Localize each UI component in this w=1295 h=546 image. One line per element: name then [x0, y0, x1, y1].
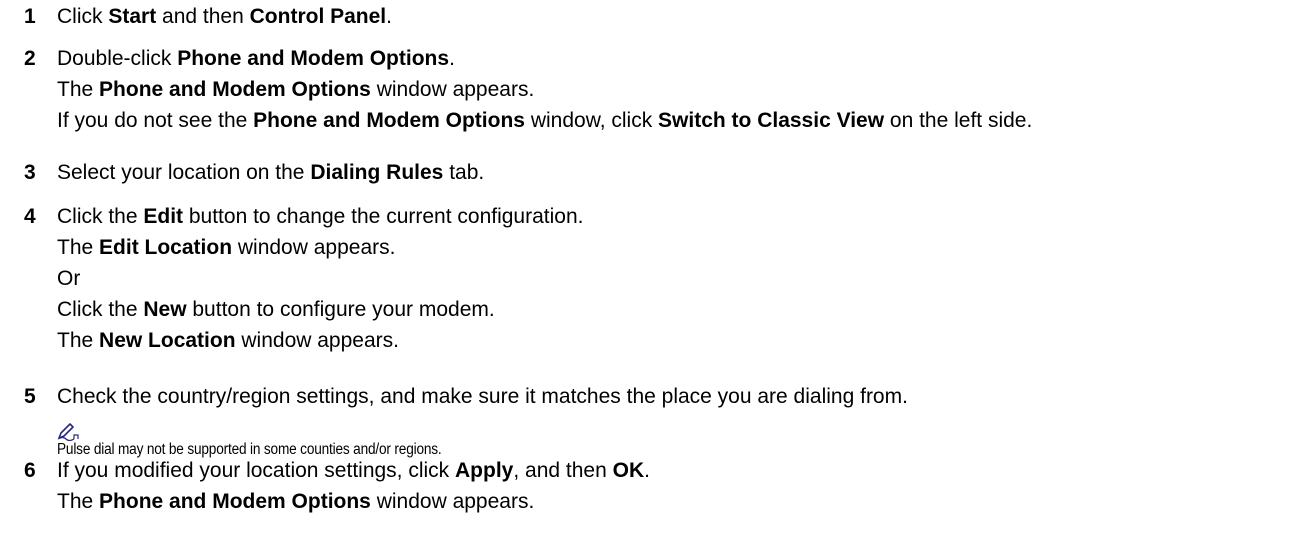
step-line: The Edit Location window appears.: [57, 235, 395, 261]
step-text: window appears.: [370, 78, 535, 101]
step-line: Click Start and then Control Panel.: [57, 4, 392, 30]
step-text: window, click: [524, 109, 659, 132]
step-text: The: [57, 490, 100, 513]
step-text: and then: [156, 5, 250, 28]
step-text: button to configure your modem.: [186, 298, 495, 321]
step-text: The: [57, 329, 100, 352]
step-number: 3: [24, 161, 36, 184]
step-line: If you do not see the Phone and Modem Op…: [57, 108, 1032, 134]
ui-term: New Location: [99, 329, 236, 352]
step-line: Click the New button to configure your m…: [57, 297, 495, 323]
ui-term: Phone and Modem Options: [99, 490, 371, 513]
step-text: window appears.: [370, 490, 535, 513]
step-number: 2: [24, 47, 36, 70]
step-text: .: [644, 459, 650, 482]
step-text: .: [449, 47, 455, 70]
step-line: Check the country/region settings, and m…: [57, 384, 908, 410]
step-text: Click: [57, 5, 109, 28]
step-text: window appears.: [232, 236, 396, 259]
step-text: Double-click: [57, 47, 178, 70]
step-text: button to change the current configurati…: [183, 205, 584, 228]
ui-term: New: [143, 298, 187, 321]
step-text: Check the country/region settings, and m…: [57, 385, 908, 408]
step-number: 4: [24, 205, 36, 228]
ui-term: OK: [612, 459, 645, 482]
step-text: on the left side.: [884, 109, 1033, 132]
ui-term: Edit Location: [99, 236, 233, 259]
step-text: , and then: [513, 459, 613, 482]
note-text: Pulse dial may not be supported in some …: [57, 441, 442, 458]
instruction-page: 1 Click Start and then Control Panel. 2 Dou…: [0, 0, 1295, 546]
ui-term: Start: [108, 5, 157, 28]
step-text: The: [57, 78, 100, 101]
ui-term: Phone and Modem Options: [99, 78, 371, 101]
ui-term: Switch to Classic View: [658, 109, 885, 132]
ui-term: Control Panel: [249, 5, 387, 28]
step-line: The Phone and Modem Options window appea…: [57, 77, 534, 103]
step-text: Click the: [57, 205, 144, 228]
ui-term: Dialing Rules: [310, 161, 444, 184]
step-line: Select your location on the Dialing Rule…: [57, 160, 484, 186]
note-pencil-icon: [57, 423, 79, 442]
step-number: 6: [24, 459, 36, 482]
step-line: Click the Edit button to change the curr…: [57, 204, 583, 230]
step-text: Or: [57, 267, 81, 290]
ui-term: Phone and Modem Options: [253, 109, 525, 132]
step-text: Click the: [57, 298, 144, 321]
ui-term: Phone and Modem Options: [177, 47, 450, 70]
step-number: 1: [24, 5, 36, 28]
step-text: Select your location on the: [57, 161, 311, 184]
ui-term: Apply: [455, 459, 514, 482]
step-text: tab.: [443, 161, 485, 184]
step-text: If you modified your location settings, …: [57, 459, 456, 482]
step-line: The New Location window appears.: [57, 328, 399, 354]
step-text: window appears.: [235, 329, 399, 352]
step-text: The: [57, 236, 100, 259]
step-number: 5: [24, 385, 36, 408]
step-text: .: [386, 5, 392, 28]
step-line: The Phone and Modem Options window appea…: [57, 489, 534, 515]
step-line: If you modified your location settings, …: [57, 458, 650, 484]
step-text: If you do not see the: [57, 109, 254, 132]
step-line: Or: [57, 266, 80, 292]
step-line: Double-click Phone and Modem Options.: [57, 46, 455, 72]
ui-term: Edit: [143, 205, 184, 228]
